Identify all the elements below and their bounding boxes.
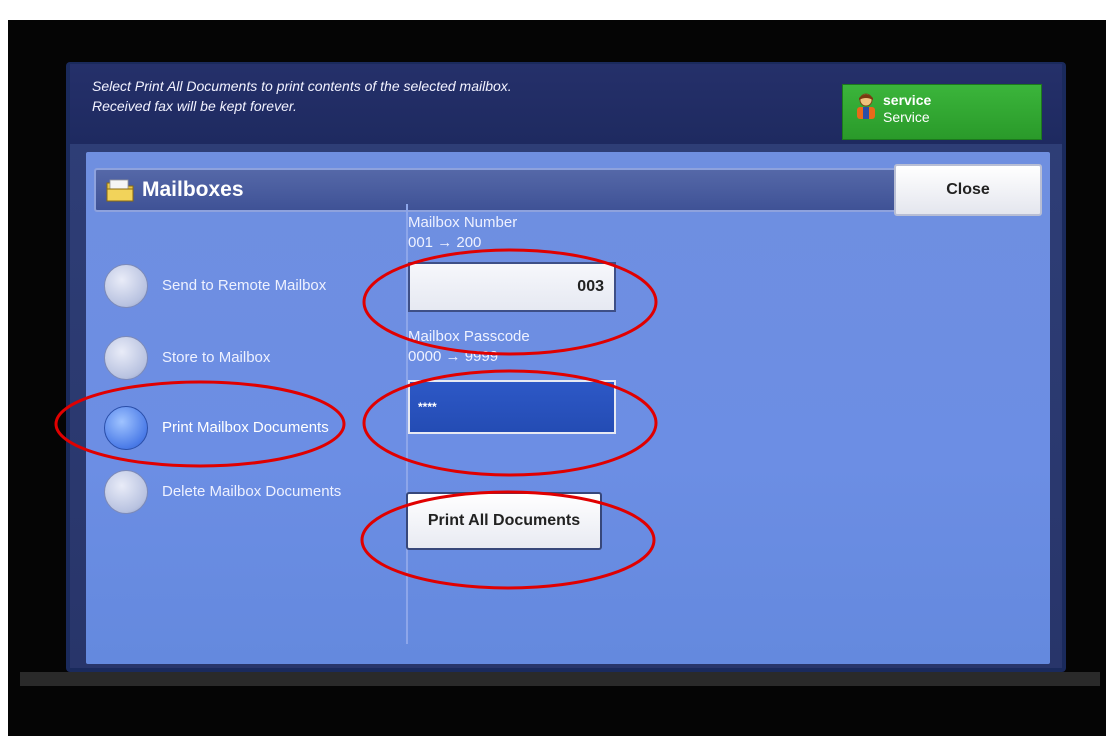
- user-icon: [857, 93, 875, 119]
- option-store-to-mailbox[interactable]: Store to Mailbox: [104, 336, 394, 382]
- close-button[interactable]: Close: [894, 164, 1042, 216]
- mailboxes-panel: Mailboxes Close Send to Remote Mailbox S…: [86, 152, 1050, 664]
- user-badge[interactable]: service Service: [842, 84, 1042, 140]
- radio-button[interactable]: [104, 336, 148, 380]
- radio-button[interactable]: [104, 470, 148, 514]
- page-title: Mailboxes: [142, 178, 244, 201]
- option-label: Send to Remote Mailbox: [162, 277, 327, 294]
- touch-screen: Select Print All Documents to print cont…: [70, 64, 1062, 668]
- mailbox-number-range: 001 → 200: [408, 234, 482, 251]
- mailbox-number-field[interactable]: 003: [408, 262, 616, 312]
- option-print-mailbox-documents[interactable]: Print Mailbox Documents: [104, 406, 394, 452]
- radio-button-selected[interactable]: [104, 406, 148, 450]
- user-id: service: [883, 92, 932, 108]
- user-role: Service: [883, 109, 930, 125]
- mailbox-passcode-range: 0000 → 9999: [408, 348, 499, 365]
- mailbox-number-label: Mailbox Number: [408, 214, 518, 231]
- option-label: Delete Mailbox Documents: [162, 483, 342, 500]
- mailbox-passcode-field[interactable]: ****: [408, 380, 616, 434]
- radio-button[interactable]: [104, 264, 148, 308]
- close-button-label: Close: [946, 181, 990, 198]
- message-line-1: Select Print All Documents to print cont…: [92, 78, 512, 94]
- message-bar: Select Print All Documents to print cont…: [70, 64, 1062, 144]
- folder-icon: [106, 179, 134, 202]
- message-line-2: Received fax will be kept forever.: [92, 98, 297, 114]
- mailbox-passcode-label: Mailbox Passcode: [408, 328, 530, 345]
- bezel-lower-edge: [20, 672, 1100, 686]
- option-label: Print Mailbox Documents: [162, 419, 329, 436]
- print-all-documents-button[interactable]: Print All Documents: [406, 492, 602, 550]
- option-delete-mailbox-documents[interactable]: Delete Mailbox Documents: [104, 470, 394, 516]
- option-label: Store to Mailbox: [162, 349, 271, 366]
- option-send-to-remote-mailbox[interactable]: Send to Remote Mailbox: [104, 264, 394, 310]
- print-all-documents-label: Print All Documents: [427, 512, 581, 529]
